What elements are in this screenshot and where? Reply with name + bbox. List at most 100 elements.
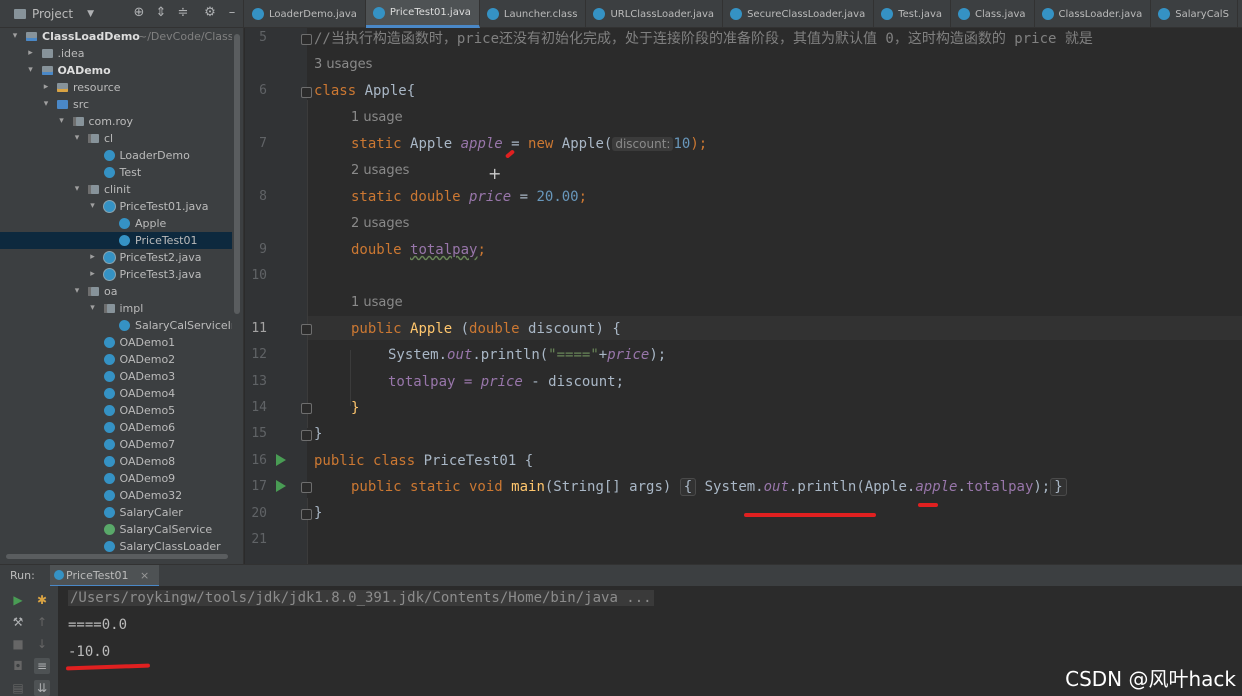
chevron-down-icon[interactable]: ▾ — [10, 28, 20, 45]
tree-item[interactable]: ▸ resource — [0, 79, 232, 96]
usage-hint[interactable]: 3 usages — [314, 57, 372, 72]
stop-icon[interactable]: ■ — [10, 636, 26, 652]
layout-icon[interactable]: ▤ — [10, 680, 26, 696]
tree-item[interactable]: ▾ ClassLoadDemo~/DevCode/ClassLo — [0, 28, 232, 45]
chevron-down-icon[interactable]: ▾ — [72, 181, 82, 198]
editor-tab[interactable]: ClassLoader.java — [1035, 0, 1152, 28]
usage-hint[interactable]: 1 usage — [351, 295, 403, 310]
code-line: System.out.println("===="+price); — [388, 347, 667, 363]
chevron-down-icon[interactable]: ▾ — [72, 283, 82, 300]
tree-item[interactable]: PriceTest01 — [0, 232, 232, 249]
fold-marker-icon[interactable] — [301, 324, 312, 335]
tree-item[interactable]: ▾ clinit — [0, 181, 232, 198]
chevron-down-icon[interactable]: ▾ — [41, 96, 51, 113]
tree-item[interactable]: ▸ PriceTest2.java — [0, 249, 232, 266]
tree-item[interactable]: OADemo6 — [0, 419, 232, 436]
run-tab[interactable]: PriceTest01 × — [50, 565, 160, 587]
tree-item[interactable]: OADemo4 — [0, 385, 232, 402]
fold-marker-icon[interactable] — [301, 87, 312, 98]
tree-item[interactable]: ▾ src — [0, 96, 232, 113]
usage-hint[interactable]: 2 usages — [351, 216, 409, 231]
line-number: 15 — [251, 426, 267, 441]
up-arrow-icon[interactable]: ↑ — [34, 614, 50, 630]
fold-marker-icon[interactable] — [301, 482, 312, 493]
chevron-down-icon[interactable]: ▼ — [87, 9, 94, 19]
tree-item[interactable]: LoaderDemo — [0, 147, 232, 164]
minimize-icon[interactable]: – — [225, 6, 239, 20]
chevron-down-icon[interactable]: ▾ — [72, 130, 82, 147]
code-line: class Apple{ — [314, 83, 416, 99]
usage-hint[interactable]: 2 usages — [351, 163, 409, 178]
tree-item-label: com.roy — [88, 115, 134, 128]
chevron-right-icon[interactable]: ▸ — [88, 249, 98, 266]
chevron-down-icon[interactable]: ▾ — [88, 300, 98, 317]
tree-item[interactable]: OADemo2 — [0, 351, 232, 368]
fold-marker-icon[interactable] — [301, 509, 312, 520]
tree-item[interactable]: OADemo32 — [0, 487, 232, 504]
tree-item[interactable]: SalaryCalServiceIm — [0, 317, 232, 334]
tree-item-label: PriceTest01.java — [119, 200, 209, 213]
editor-tab[interactable]: URLClassLoader.java — [586, 0, 724, 28]
tree-item[interactable]: ▾ cl — [0, 130, 232, 147]
editor-tab[interactable]: Launcher.class — [480, 0, 587, 28]
tree-item[interactable]: Test — [0, 164, 232, 181]
editor-tab[interactable]: SalaryCalS — [1151, 0, 1238, 28]
chevron-right-icon[interactable]: ▸ — [26, 45, 36, 62]
tree-item[interactable]: SalaryCaler — [0, 504, 232, 521]
tree-item-label: OADemo3 — [119, 370, 176, 383]
tree-scrollbar[interactable] — [234, 34, 240, 314]
close-icon[interactable]: × — [140, 569, 149, 582]
tree-item[interactable]: SalaryClassLoader — [0, 538, 232, 555]
tree-item[interactable]: ▸ PriceTest3.java — [0, 266, 232, 283]
tree-item[interactable]: OADemo1 — [0, 334, 232, 351]
code-editor[interactable]: 5 6 7 8 9 10 11 12 13 14 15 16 17 20 21 … — [245, 28, 1242, 564]
wrench-icon[interactable]: ⚒ — [10, 614, 26, 630]
tree-item[interactable]: OADemo9 — [0, 470, 232, 487]
indent-guide — [307, 498, 308, 564]
editor-tab[interactable]: LoaderDemo.java — [245, 0, 366, 28]
target-icon[interactable]: ⊕ — [132, 6, 146, 20]
run-main-icon[interactable] — [276, 480, 286, 492]
red-annotation-underline — [918, 503, 938, 507]
down-arrow-icon[interactable]: ↓ — [34, 636, 50, 652]
chevron-right-icon[interactable]: ▸ — [41, 79, 51, 96]
scroll-to-end-icon[interactable]: ⇊ — [34, 680, 50, 696]
project-view-icon[interactable] — [14, 9, 26, 19]
chevron-down-icon[interactable]: ▾ — [26, 62, 36, 79]
parameter-inlay-hint: discount: — [612, 137, 674, 151]
rerun-icon[interactable]: ▶ — [10, 592, 26, 608]
tree-item[interactable]: ▸ .idea — [0, 45, 232, 62]
editor-tab[interactable]: SecureClassLoader.java — [723, 0, 875, 28]
project-view-selector[interactable]: Project — [32, 7, 73, 21]
editor-tab[interactable]: Class.java — [951, 0, 1035, 28]
tree-item[interactable]: OADemo7 — [0, 436, 232, 453]
editor-tab[interactable]: PriceTest01.java — [365, 0, 480, 28]
fold-marker-icon[interactable] — [301, 430, 312, 441]
chevron-down-icon[interactable]: ▾ — [57, 113, 67, 130]
tree-item[interactable]: ▾ PriceTest01.java — [0, 198, 232, 215]
tree-item[interactable]: OADemo5 — [0, 402, 232, 419]
tree-item[interactable]: ▾ oa — [0, 283, 232, 300]
tree-item[interactable]: Apple — [0, 215, 232, 232]
tree-item[interactable]: ▾ com.roy — [0, 113, 232, 130]
expand-icon[interactable]: ⇕ — [154, 6, 168, 20]
camera-icon[interactable]: ◘ — [10, 658, 26, 674]
usage-hint[interactable]: 1 usage — [351, 110, 403, 125]
tree-item[interactable]: ▾ OADemo — [0, 62, 232, 79]
tree-horizontal-scrollbar[interactable] — [6, 554, 228, 559]
editor-tab[interactable]: Test.java — [874, 0, 952, 28]
tree-item[interactable]: ▾ impl — [0, 300, 232, 317]
tree-item[interactable]: OADemo3 — [0, 368, 232, 385]
chevron-right-icon[interactable]: ▸ — [88, 266, 98, 283]
soft-wrap-icon[interactable]: ≡ — [34, 658, 50, 674]
fold-marker-icon[interactable] — [301, 34, 312, 45]
collapse-icon[interactable]: ≑ — [176, 6, 190, 20]
debug-icon[interactable]: ✱ — [34, 592, 50, 608]
chevron-down-icon[interactable]: ▾ — [88, 198, 98, 215]
run-class-icon[interactable] — [276, 454, 286, 466]
class-icon — [54, 570, 64, 580]
tree-item[interactable]: OADemo8 — [0, 453, 232, 470]
gear-icon[interactable]: ⚙ — [203, 6, 217, 20]
fold-marker-icon[interactable] — [301, 403, 312, 414]
tree-item[interactable]: SalaryCalService — [0, 521, 232, 538]
